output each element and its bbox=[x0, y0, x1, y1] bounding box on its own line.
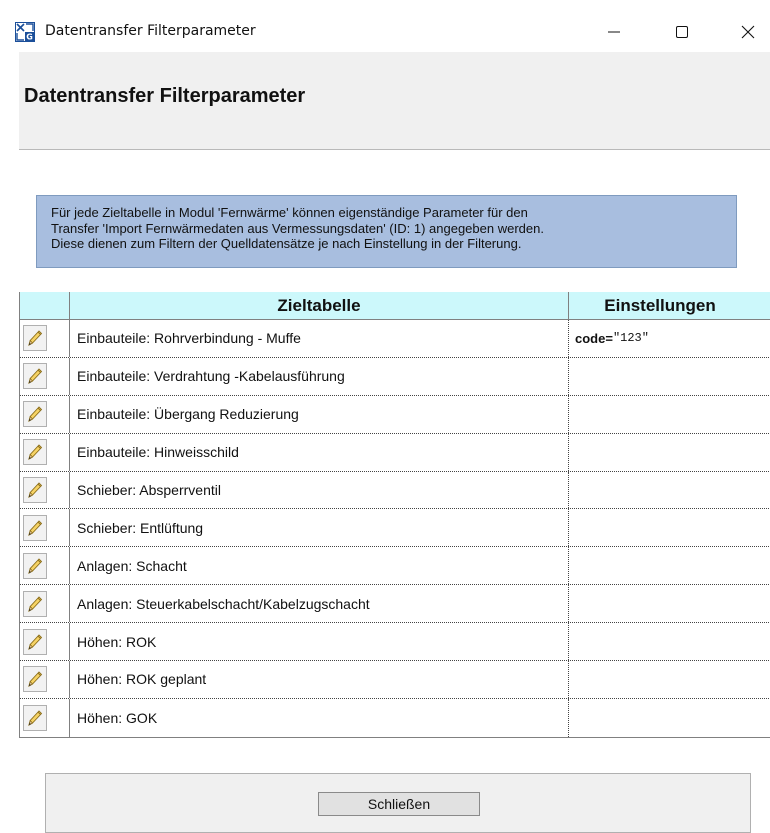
table-row: Schieber: Absperrventil bbox=[20, 471, 770, 510]
dialog-footer: Schließen bbox=[45, 773, 751, 833]
table-row: Einbauteile: Verdrahtung -Kabelausführun… bbox=[20, 357, 770, 396]
window-title: Datentransfer Filterparameter bbox=[45, 23, 256, 39]
zieltabelle-cell: Höhen: ROK bbox=[70, 623, 569, 661]
table-row: Höhen: ROK geplant bbox=[20, 661, 770, 699]
zieltabelle-cell: Einbauteile: Verdrahtung -Kabelausführun… bbox=[70, 357, 569, 395]
einstellungen-cell bbox=[569, 623, 770, 660]
edit-cell bbox=[20, 698, 70, 737]
edit-button[interactable] bbox=[23, 704, 47, 731]
zieltabelle-cell: Schieber: Entlüftung bbox=[70, 509, 569, 547]
pencil-icon bbox=[28, 368, 43, 385]
close-icon bbox=[741, 25, 755, 39]
edit-cell bbox=[20, 547, 70, 585]
pencil-icon bbox=[28, 633, 43, 650]
edit-cell bbox=[20, 585, 70, 623]
header-icon-cell bbox=[20, 292, 70, 319]
table-row: Anlagen: Steuerkabelschacht/Kabelzugscha… bbox=[20, 585, 770, 624]
table-header: Zieltabelle Einstellungen bbox=[20, 292, 770, 320]
einstellungen-cell bbox=[569, 661, 770, 698]
zieltabelle-cell: Einbauteile: Hinweisschild bbox=[70, 433, 569, 471]
pencil-icon bbox=[28, 710, 43, 726]
minimize-icon bbox=[608, 31, 620, 33]
edit-cell bbox=[20, 320, 70, 357]
dialog-header: Datentransfer Filterparameter bbox=[19, 52, 770, 150]
column-header-einstellungen: Einstellungen bbox=[604, 296, 716, 315]
edit-button[interactable] bbox=[23, 363, 47, 390]
close-button[interactable]: Schließen bbox=[318, 792, 480, 816]
table-row: Anlagen: Schacht bbox=[20, 547, 770, 586]
einstellung-value: "123" bbox=[612, 331, 649, 346]
edit-button[interactable] bbox=[23, 401, 47, 428]
zieltabelle-cell: Einbauteile: Übergang Reduzierung bbox=[70, 395, 569, 433]
edit-button[interactable] bbox=[23, 590, 47, 617]
table-row: Höhen: ROK bbox=[20, 623, 770, 662]
einstellungen-cell: code= "123" bbox=[569, 320, 770, 357]
edit-cell bbox=[20, 357, 70, 395]
einstellungen-cell bbox=[569, 699, 770, 737]
table-row: Einbauteile: Übergang Reduzierung bbox=[20, 395, 770, 434]
table-body: Einbauteile: Rohrverbindung - Muffe code… bbox=[20, 320, 770, 737]
filter-table: Zieltabelle Einstellungen Einbauteile: R… bbox=[19, 292, 770, 738]
table-row: Einbauteile: Rohrverbindung - Muffe code… bbox=[20, 320, 770, 358]
zieltabelle-cell: Anlagen: Schacht bbox=[70, 547, 569, 585]
edit-button[interactable] bbox=[23, 552, 47, 579]
pencil-icon bbox=[28, 558, 43, 574]
edit-cell bbox=[20, 661, 70, 698]
close-window-button[interactable] bbox=[734, 18, 762, 46]
einstellungen-cell bbox=[569, 472, 770, 509]
edit-button[interactable] bbox=[23, 439, 47, 466]
pencil-icon bbox=[28, 406, 43, 423]
einstellungen-cell bbox=[569, 358, 770, 395]
pencil-icon bbox=[28, 444, 43, 461]
zieltabelle-cell: Höhen: ROK geplant bbox=[70, 661, 569, 698]
zieltabelle-cell: Schieber: Absperrventil bbox=[70, 471, 569, 509]
table-row: Schieber: Entlüftung bbox=[20, 509, 770, 548]
info-box: Für jede Zieltabelle in Modul 'Fernwärme… bbox=[36, 195, 737, 268]
zieltabelle-cell: Einbauteile: Rohrverbindung - Muffe bbox=[70, 320, 569, 357]
edit-button[interactable] bbox=[23, 477, 47, 503]
einstellungen-cell bbox=[569, 547, 770, 584]
edit-cell bbox=[20, 509, 70, 547]
edit-cell bbox=[20, 471, 70, 509]
einstellungen-cell bbox=[569, 585, 770, 622]
pencil-icon bbox=[28, 596, 43, 612]
maximize-button[interactable] bbox=[668, 18, 696, 46]
edit-cell bbox=[20, 433, 70, 471]
column-header-zieltabelle: Zieltabelle bbox=[70, 292, 569, 319]
zieltabelle-cell: Höhen: GOK bbox=[70, 698, 569, 737]
edit-cell bbox=[20, 623, 70, 661]
svg-text:G: G bbox=[26, 33, 33, 42]
edit-button[interactable] bbox=[23, 325, 47, 352]
pencil-icon bbox=[28, 330, 43, 347]
edit-button[interactable] bbox=[23, 514, 47, 541]
table-row: Einbauteile: Hinweisschild bbox=[20, 433, 770, 472]
kg-app-icon: G bbox=[15, 22, 35, 42]
info-line: Transfer 'Import Fernwärmedaten aus Verm… bbox=[51, 220, 544, 236]
pencil-icon bbox=[28, 671, 43, 688]
maximize-icon bbox=[676, 26, 688, 38]
einstellungen-cell bbox=[569, 509, 770, 546]
page-title: Datentransfer Filterparameter bbox=[24, 85, 306, 107]
info-line: Diese dienen zum Filtern der Quelldatens… bbox=[51, 236, 522, 251]
info-line: Für jede Zieltabelle in Modul 'Fernwärme… bbox=[51, 205, 528, 220]
table-row: Höhen: GOK bbox=[20, 698, 770, 737]
pencil-icon bbox=[28, 520, 43, 536]
einstellungen-cell bbox=[569, 396, 770, 433]
pencil-icon bbox=[28, 482, 43, 498]
edit-button[interactable] bbox=[23, 666, 47, 693]
window-titlebar: G Datentransfer Filterparameter bbox=[0, 0, 770, 52]
zieltabelle-cell: Anlagen: Steuerkabelschacht/Kabelzugscha… bbox=[70, 585, 569, 623]
einstellungen-cell bbox=[569, 434, 770, 471]
edit-button[interactable] bbox=[23, 628, 47, 655]
minimize-button[interactable] bbox=[600, 18, 628, 46]
einstellung-key: code= bbox=[575, 330, 613, 346]
edit-cell bbox=[20, 395, 70, 433]
